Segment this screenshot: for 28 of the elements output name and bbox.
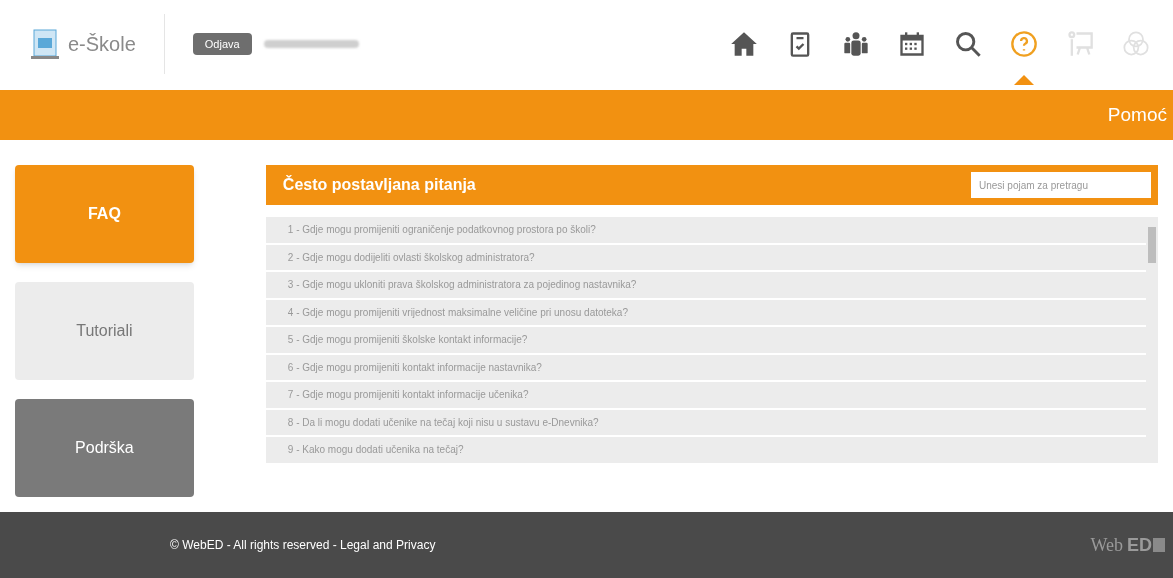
logo-icon (30, 28, 60, 60)
help-icon (1010, 30, 1038, 58)
faq-question[interactable]: 5 - Gdje mogu promijeniti školske kontakt informacije? (265, 327, 1146, 353)
search-field[interactable]: Unesi pojam za pretragu (971, 172, 1151, 198)
logo-text: ED (1127, 533, 1152, 557)
sidebar-tab[interactable]: Podrška (15, 399, 194, 497)
home-icon (730, 30, 758, 58)
search-icon (954, 30, 982, 58)
presenter-icon (1066, 30, 1094, 58)
faq-question[interactable]: 3 - Gdje mogu ukloniti prava školskog administratora za pojedinog nastavnika? (265, 272, 1146, 298)
faq-question[interactable]: 1 - Gdje mogu promijeniti ograničenje podatkovnog prostora po školi? (265, 217, 1146, 243)
faq-question[interactable]: 2 - Gdje mogu dodijeliti ovlasti školskog administratora? (265, 244, 1146, 270)
faq-title: Često postavljana pitanja (282, 174, 476, 195)
sidebar-tab[interactable]: Tutoriali (15, 282, 194, 380)
logout-button[interactable]: Odjava (192, 32, 252, 56)
app-name: e-Škole (68, 32, 136, 57)
faq-question[interactable]: 7 - Gdje mogu promijeniti kontakt informacije učenika? (265, 382, 1146, 408)
section-title: Pomoć (1107, 102, 1167, 127)
faq-question[interactable]: 4 - Gdje mogu promijeniti vrijednost maksimalne veličine pri unosu datoteka? (265, 299, 1146, 325)
logo-icon (1153, 538, 1165, 552)
calendar-icon (898, 30, 926, 58)
faq-question[interactable]: 6 - Gdje mogu promijeniti kontakt informacije nastavnika? (265, 354, 1146, 380)
faq-question[interactable]: 9 - Kako mogu dodati učenika na tečaj? (265, 437, 1146, 463)
logo-text: Web (1090, 533, 1123, 557)
rings-icon (1122, 30, 1150, 58)
sidebar-tab[interactable]: FAQ (15, 165, 194, 263)
footer-text: © WebED - All rights reserved - Legal and Privacy (170, 537, 436, 554)
group-icon (842, 30, 870, 58)
